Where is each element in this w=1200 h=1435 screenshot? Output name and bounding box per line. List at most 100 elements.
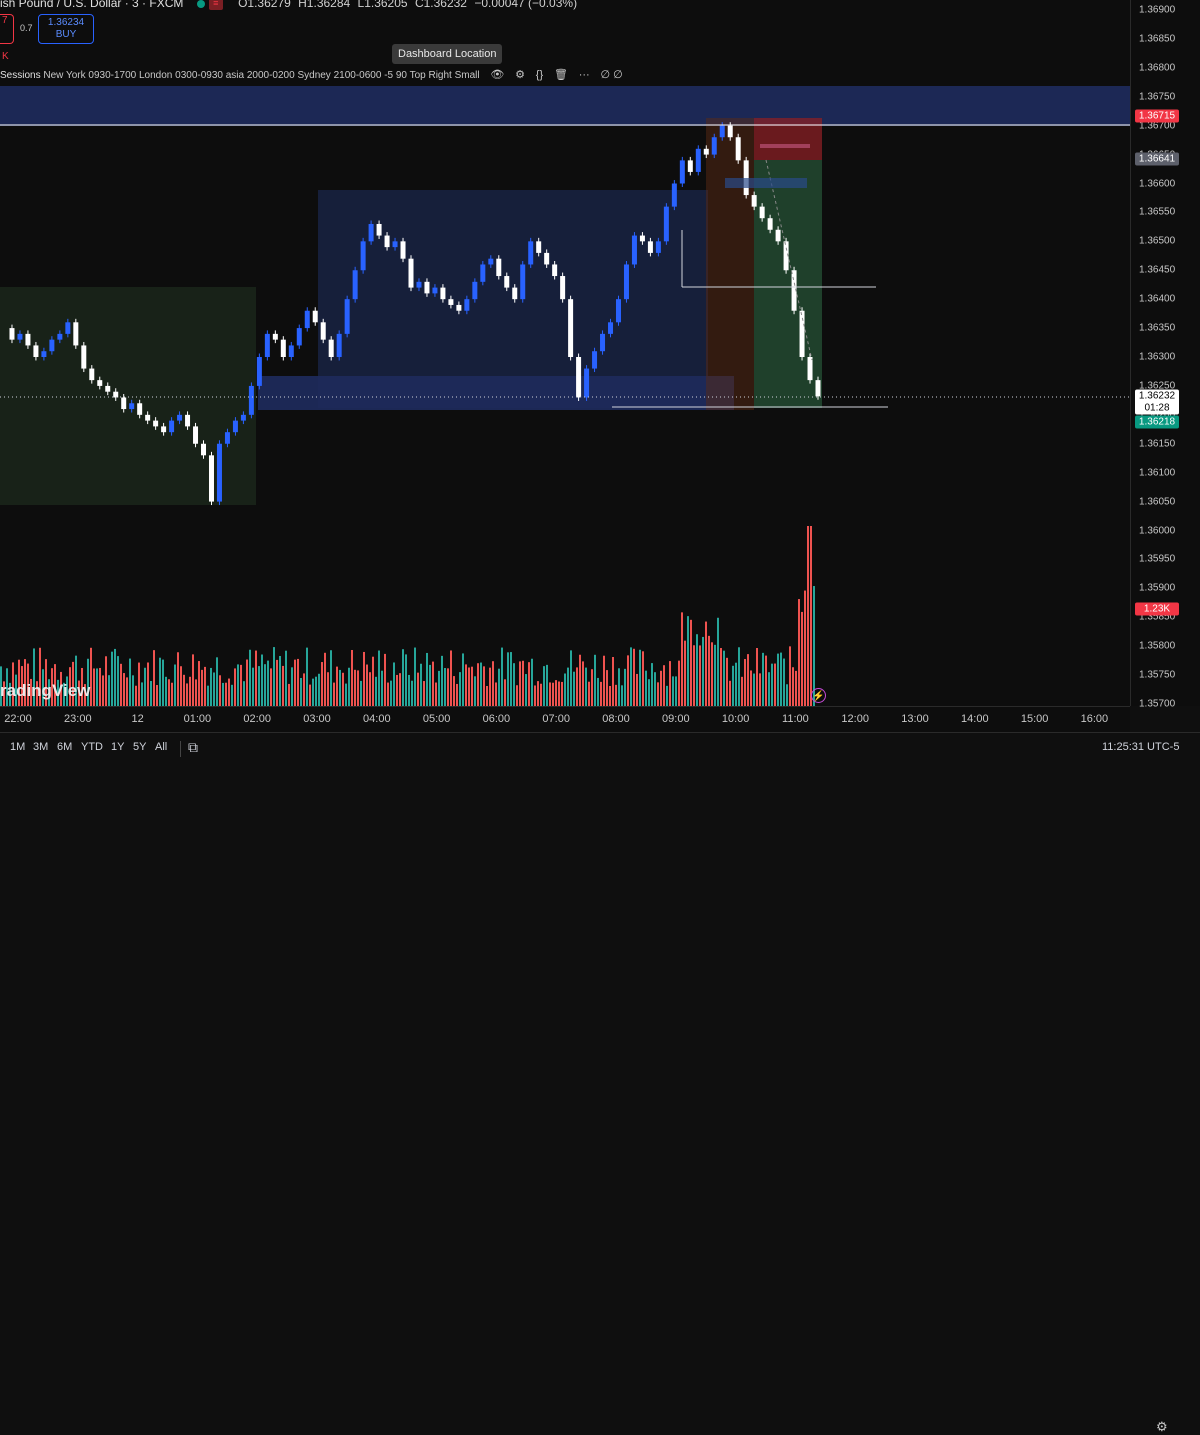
price-tick-label: 1.36150 — [1139, 438, 1176, 450]
volume-bar — [615, 684, 617, 706]
more-icon[interactable]: ··· — [579, 69, 590, 81]
time-tick-label: 12:00 — [841, 713, 869, 725]
time-tick-label: 23:00 — [64, 713, 92, 725]
lightning-icon[interactable]: ⚡ — [811, 688, 826, 703]
market-status-icon[interactable] — [196, 0, 205, 8]
time-axis[interactable]: 22:00 23:00 12 01:00 02:00 03:00 04:00 05:00 06:… — [0, 706, 1168, 1434]
candle-body — [328, 339, 334, 357]
candle-body — [615, 299, 621, 323]
volume-bar — [525, 674, 527, 706]
volume-bar — [582, 661, 584, 706]
volume-bar — [693, 645, 695, 706]
volume-bar — [171, 682, 173, 706]
volume-bar — [186, 683, 188, 706]
volume-bar — [528, 662, 530, 706]
volume-bar — [723, 650, 725, 706]
volume-bar — [234, 668, 236, 706]
volume-bar — [585, 667, 587, 706]
range-button-all[interactable]: All — [155, 741, 167, 753]
candle-body — [320, 322, 326, 340]
volume-bar — [321, 662, 323, 706]
volume-bar — [117, 656, 119, 706]
volume-bar — [150, 680, 152, 706]
volume-bar — [807, 526, 809, 706]
indicator-params: New York 0930-1700 London 0300-0930 asia… — [43, 70, 480, 81]
volume-bar — [93, 668, 95, 706]
symbol-header: ish Pound / U.S. Dollar · 3 · FXCM ≡ O1.… — [0, 0, 577, 12]
candle-body — [304, 310, 310, 329]
range-button-1m[interactable]: 1M — [10, 741, 25, 753]
gear-icon[interactable]: ⚙ — [1156, 1419, 1168, 1435]
candle-body — [312, 310, 318, 323]
volume-bar — [291, 667, 293, 706]
volume-bar — [714, 644, 716, 706]
candle-body — [536, 241, 542, 253]
candle-body — [185, 414, 191, 427]
source-code-icon[interactable]: {} — [536, 69, 543, 81]
volume-bar — [741, 676, 743, 706]
price-axis[interactable]: 1.36900 1.36850 1.36800 1.36750 1.36700 1.366… — [1130, 0, 1200, 710]
volume-bar — [648, 679, 650, 706]
range-button-6m[interactable]: 6M — [57, 741, 72, 753]
candle-body — [663, 206, 669, 242]
volume-bar — [726, 657, 728, 706]
range-button-3m[interactable]: 3M — [33, 741, 48, 753]
volume-bar — [129, 658, 131, 706]
symbol-name[interactable]: ish Pound / U.S. Dollar · 3 · FXCM — [0, 0, 183, 10]
sessions-indicator-legend[interactable]: Sessions New York 0930-1700 London 0300-… — [0, 68, 623, 81]
time-tick-label: 07:00 — [542, 713, 570, 725]
volume-bar — [417, 672, 419, 706]
candle-body — [727, 125, 733, 138]
volume-bar — [246, 659, 248, 706]
candle-body — [560, 276, 566, 300]
trash-icon[interactable]: 🗑 — [554, 68, 568, 81]
buy-price: 1.36234 — [47, 17, 85, 28]
volume-bar — [201, 669, 203, 706]
volume-bar — [543, 666, 545, 706]
volume-bar — [462, 653, 464, 706]
chart-pane[interactable]: ish Pound / U.S. Dollar · 3 · FXCM ≡ O1.… — [0, 0, 1197, 706]
volume-bar — [474, 676, 476, 706]
candle-body — [512, 287, 518, 300]
candle-body — [767, 218, 773, 230]
sell-price-fragment: 7 — [2, 15, 8, 26]
candle-body — [376, 223, 382, 236]
volume-bar — [162, 659, 164, 706]
price-tick-label: 1.36400 — [1139, 293, 1176, 305]
volume-bar — [408, 674, 410, 706]
settings-icon[interactable]: ⚙ — [515, 68, 525, 81]
volume-bar — [252, 667, 254, 706]
candle-body — [17, 333, 23, 340]
buy-button[interactable]: 1.36234 BUY — [38, 14, 94, 44]
volume-bar — [663, 665, 665, 706]
candle-body — [384, 235, 390, 248]
volume-bar — [231, 684, 233, 706]
volume-bar — [795, 670, 797, 706]
volume-bar — [498, 668, 500, 706]
range-button-5y[interactable]: 5Y — [133, 741, 146, 753]
eye-off-icon[interactable]: ≡ — [208, 0, 223, 10]
utc-clock[interactable]: 11:25:31 UTC-5 — [1102, 741, 1179, 753]
sell-button[interactable]: 7 — [0, 14, 14, 44]
volume-bar — [504, 679, 506, 706]
volume-bar — [690, 619, 692, 706]
volume-bar — [411, 680, 413, 706]
volume-bar — [486, 685, 488, 706]
date-range-icon[interactable]: ⧉ — [188, 739, 198, 756]
stop-loss-zone — [754, 118, 822, 160]
price-tick-label: 1.36800 — [1139, 62, 1176, 74]
range-button-1y[interactable]: 1Y — [111, 741, 124, 753]
price-chart-svg[interactable] — [0, 0, 1130, 706]
volume-bar — [165, 676, 167, 706]
price-tick-label: 1.36500 — [1139, 235, 1176, 247]
eye-icon[interactable]: 👁 — [490, 68, 504, 81]
volume-bar — [369, 672, 371, 706]
volume-bar — [765, 655, 767, 706]
volume-bar — [126, 677, 128, 706]
price-tick-label: 1.36000 — [1139, 525, 1176, 536]
volume-bar — [120, 663, 122, 706]
ohlc-open: O1.36279 — [238, 0, 291, 10]
candle-body — [576, 357, 582, 398]
range-button-ytd[interactable]: YTD — [81, 741, 103, 753]
volume-bar — [396, 674, 398, 706]
